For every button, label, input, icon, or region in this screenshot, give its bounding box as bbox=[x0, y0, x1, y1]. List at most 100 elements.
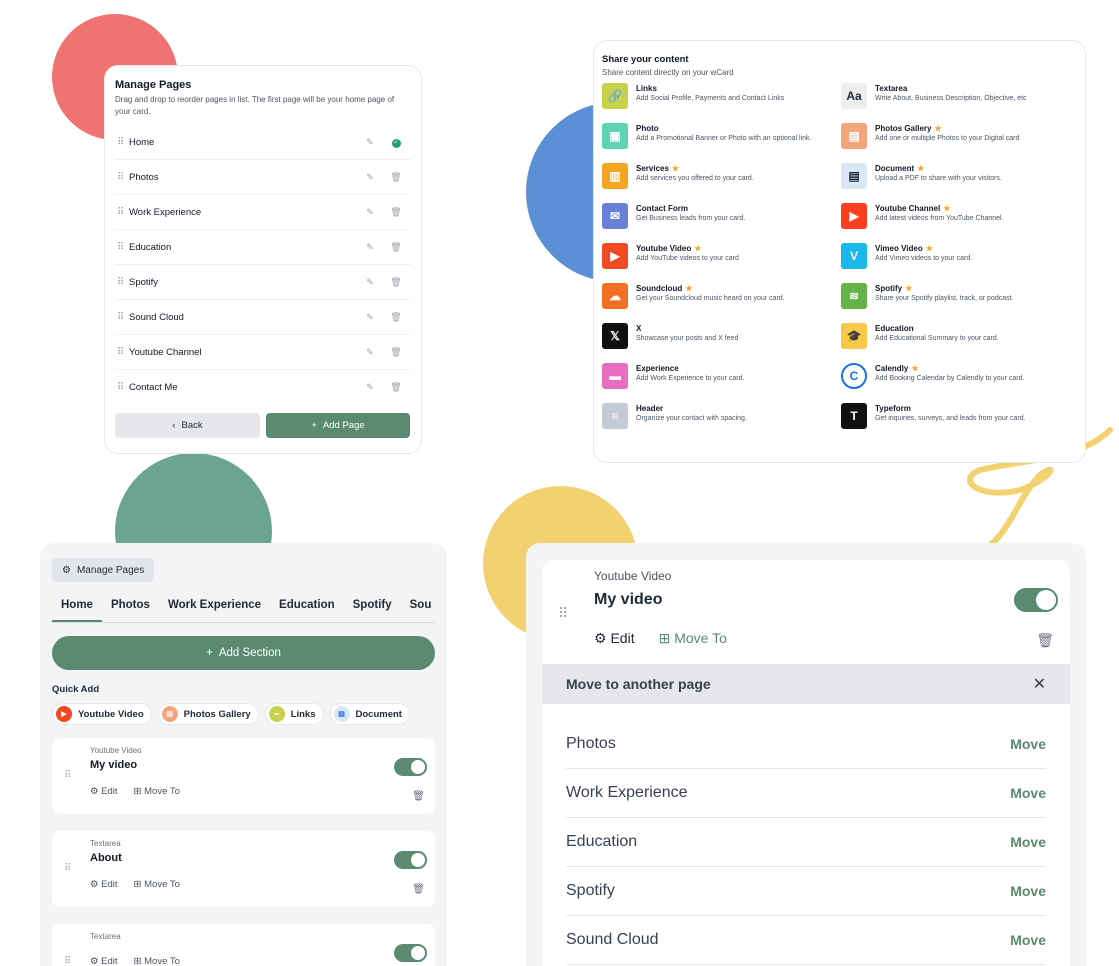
content-type-item[interactable]: ✉ Contact Form Get Business leads from you… bbox=[602, 203, 841, 243]
content-type-text: Links Add Social Profile, Payments and Co… bbox=[636, 83, 831, 103]
edit-button[interactable]: ⚙ Edit bbox=[594, 630, 635, 647]
content-type-item[interactable]: ≡ Header Organize your contact with spacin… bbox=[602, 403, 841, 443]
tab-photos[interactable]: Photos bbox=[102, 594, 159, 622]
content-type-item[interactable]: ▣ Photo Add a Promotional Banner or Photo … bbox=[602, 123, 841, 163]
visibility-toggle[interactable] bbox=[1014, 588, 1058, 612]
move-button[interactable]: Move bbox=[1010, 785, 1046, 801]
content-type-desc: Add Educational Summary to your card. bbox=[875, 335, 999, 342]
tab-work-experience[interactable]: Work Experience bbox=[159, 594, 270, 622]
pencil-icon[interactable]: ✎ bbox=[357, 312, 383, 323]
move-to-button[interactable]: ⊞ Move To bbox=[659, 630, 727, 647]
page-row[interactable]: ⠿ Work Experience ✎ 🗑 bbox=[115, 195, 411, 231]
pencil-icon[interactable]: ✎ bbox=[357, 137, 383, 148]
trash-icon[interactable]: 🗑 bbox=[412, 791, 425, 802]
edit-button[interactable]: ⚙ Edit bbox=[90, 879, 118, 890]
plus-icon: + bbox=[311, 420, 317, 432]
visibility-toggle[interactable] bbox=[394, 758, 427, 776]
add-section-button[interactable]: + Add Section bbox=[52, 636, 435, 670]
move-to-button[interactable]: ⊞ Move To bbox=[134, 786, 180, 797]
trash-icon[interactable]: 🗑 bbox=[383, 382, 409, 393]
trash-icon[interactable]: 🗑 bbox=[383, 277, 409, 288]
trash-icon[interactable]: 🗑 bbox=[383, 242, 409, 253]
back-button[interactable]: ‹ Back bbox=[115, 413, 260, 439]
trash-icon[interactable]: 🗑 bbox=[383, 347, 409, 358]
visibility-toggle[interactable] bbox=[394, 944, 427, 962]
page-row[interactable]: ⠿ Spotify ✎ 🗑 bbox=[115, 265, 411, 301]
drag-handle-icon[interactable]: ⠿ bbox=[117, 347, 129, 358]
content-type-item[interactable]: ▶ Youtube Channel ★ Add latest videos from … bbox=[841, 203, 1080, 243]
drag-handle-icon[interactable]: ⠿ bbox=[117, 277, 129, 288]
move-button[interactable]: Move bbox=[1010, 834, 1046, 850]
content-type-title: Education bbox=[875, 324, 1070, 333]
drag-handle-icon[interactable]: ⠿ bbox=[117, 242, 129, 253]
content-type-item[interactable]: Aa Textarea Write About, Business Descript… bbox=[841, 83, 1080, 123]
content-type-item[interactable]: ▥ Services ★ Add services you offered to yo… bbox=[602, 163, 841, 203]
trash-icon[interactable]: 🗑 bbox=[383, 172, 409, 183]
drag-handle-icon[interactable]: ⠿ bbox=[117, 312, 129, 323]
quick-add-chip[interactable]: ▤ Photos Gallery bbox=[157, 703, 259, 725]
content-type-item[interactable]: 𝕏 X Showcase your posts and X feed bbox=[602, 323, 841, 363]
drag-handle-icon[interactable]: ⠿ bbox=[117, 207, 129, 218]
visibility-toggle[interactable] bbox=[394, 851, 427, 869]
move-to-button[interactable]: ⊞ Move To bbox=[134, 956, 180, 966]
content-type-item[interactable]: 🔗 Links Add Social Profile, Payments and C… bbox=[602, 83, 841, 123]
content-type-item[interactable]: ≋ Spotify ★ Share your Spotify playlist, tr… bbox=[841, 283, 1080, 323]
content-type-text: Youtube Video ★ Add YouTube videos to your… bbox=[636, 243, 831, 263]
drag-handle-icon[interactable]: ⠿ bbox=[64, 863, 76, 874]
content-type-item[interactable]: ▶ Youtube Video ★ Add YouTube videos to you… bbox=[602, 243, 841, 283]
move-button[interactable]: Move bbox=[1010, 736, 1046, 752]
edit-button[interactable]: ⚙ Edit bbox=[90, 786, 118, 797]
page-row[interactable]: ⠿ Home ✎ ✓ bbox=[115, 125, 411, 161]
page-row[interactable]: ⠿ Sound Cloud ✎ 🗑 bbox=[115, 300, 411, 336]
tab-education[interactable]: Education bbox=[270, 594, 344, 622]
pencil-icon[interactable]: ✎ bbox=[357, 382, 383, 393]
pencil-icon[interactable]: ✎ bbox=[357, 207, 383, 218]
content-type-item[interactable]: 🎓 Education Add Educational Summary to you… bbox=[841, 323, 1080, 363]
move-to-button[interactable]: ⊞ Move To bbox=[134, 879, 180, 890]
pencil-icon[interactable]: ✎ bbox=[357, 347, 383, 358]
quick-add-chip[interactable]: ▶ Youtube Video bbox=[52, 703, 152, 725]
drag-handle-icon[interactable]: ⠿ bbox=[117, 382, 129, 393]
trash-icon[interactable]: 🗑 bbox=[383, 312, 409, 323]
quick-add-chip[interactable]: ∞ Links bbox=[264, 703, 324, 725]
move-button[interactable]: Move bbox=[1010, 883, 1046, 899]
content-type-item[interactable]: V Vimeo Video ★ Add Vimeo videos to your ca… bbox=[841, 243, 1080, 283]
trash-icon[interactable]: 🗑 bbox=[383, 207, 409, 218]
content-type-item[interactable]: ☁ Soundcloud ★ Get your Soundcloud music he… bbox=[602, 283, 841, 323]
folder-icon: ⊞ bbox=[133, 786, 145, 797]
drag-handle-icon[interactable]: ⠿ bbox=[117, 172, 129, 183]
tab-spotify[interactable]: Spotify bbox=[344, 594, 401, 622]
pencil-icon[interactable]: ✎ bbox=[357, 277, 383, 288]
tab-sou[interactable]: Sou bbox=[401, 594, 435, 622]
close-icon[interactable]: ✕ bbox=[1033, 674, 1046, 694]
drag-handle-icon[interactable]: ⠿ bbox=[64, 956, 76, 966]
page-row[interactable]: ⠿ Education ✎ 🗑 bbox=[115, 230, 411, 266]
content-type-desc: Add YouTube videos to your card bbox=[636, 255, 739, 262]
tab-home[interactable]: Home bbox=[52, 594, 102, 622]
content-type-item[interactable]: C Calendly ★ Add Booking Calendar by Calend… bbox=[841, 363, 1080, 403]
drag-handle-icon[interactable]: ⠿ bbox=[64, 770, 76, 781]
page-row[interactable]: ⠿ Youtube Channel ✎ 🗑 bbox=[115, 335, 411, 371]
trash-icon[interactable]: 🗑 bbox=[1036, 632, 1054, 649]
page-row[interactable]: ⠿ Photos ✎ 🗑 bbox=[115, 160, 411, 196]
star-icon: ★ bbox=[917, 164, 925, 173]
move-target-row: Photos Move bbox=[566, 720, 1046, 769]
manage-pages-button[interactable]: ⚙ Manage Pages bbox=[52, 558, 155, 582]
section-actions: ⚙ Edit ⊞ Move To bbox=[90, 956, 435, 966]
content-type-item[interactable]: ▤ Document ★ Upload a PDF to share with you… bbox=[841, 163, 1080, 203]
edit-button[interactable]: ⚙ Edit bbox=[90, 956, 118, 966]
pencil-icon[interactable]: ✎ bbox=[357, 172, 383, 183]
content-type-item[interactable]: ▤ Photos Gallery ★ Add one or multiple Phot… bbox=[841, 123, 1080, 163]
content-type-desc: Add Booking Calendar by Calendly to your… bbox=[875, 375, 1025, 382]
trash-icon[interactable]: 🗑 bbox=[412, 884, 425, 895]
content-type-item[interactable]: T Typeform Get inquiries, surveys, and lea… bbox=[841, 403, 1080, 443]
pencil-icon[interactable]: ✎ bbox=[357, 242, 383, 253]
page-row[interactable]: ⠿ Contact Me ✎ 🗑 bbox=[115, 370, 411, 405]
drag-handle-icon[interactable]: ⠿ bbox=[117, 137, 129, 148]
content-type-item[interactable]: ▬ Experience Add Work Experience to your c… bbox=[602, 363, 841, 403]
move-button[interactable]: Move bbox=[1010, 932, 1046, 948]
add-page-button[interactable]: + Add Page bbox=[266, 413, 410, 439]
document-icon: ▤ bbox=[333, 706, 350, 722]
quick-add-chip[interactable]: ▤ Document bbox=[329, 703, 410, 725]
drag-handle-icon[interactable]: ⠿ bbox=[558, 605, 570, 622]
